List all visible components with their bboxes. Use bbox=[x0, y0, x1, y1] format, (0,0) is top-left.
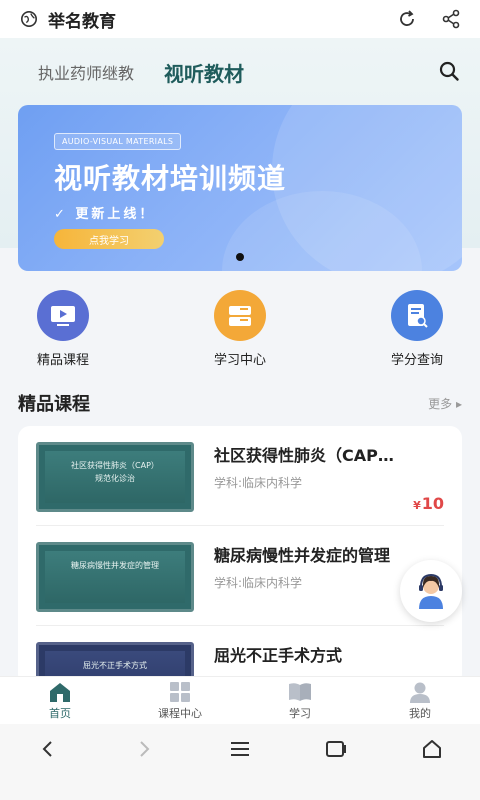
list-item[interactable]: 糖尿病慢性并发症的管理 糖尿病慢性并发症的管理 学科:临床内科学 ¥10 bbox=[18, 526, 462, 626]
course-thumbnail: 糖尿病慢性并发症的管理 bbox=[36, 542, 194, 612]
quick-entry-premium-courses[interactable]: 精品课程 bbox=[18, 290, 108, 368]
play-screen-icon bbox=[37, 290, 89, 341]
thumbnail-text: 社区获得性肺炎（CAP） 规范化诊治 bbox=[71, 461, 159, 483]
back-icon[interactable] bbox=[33, 734, 63, 764]
quick-entry-label: 学分查询 bbox=[390, 353, 443, 368]
nav-label: 学习 bbox=[289, 706, 311, 720]
home-icon bbox=[50, 682, 70, 702]
book-icon bbox=[289, 682, 311, 701]
course-subject: 学科:临床内科学 bbox=[214, 476, 303, 490]
bottom-tab-bar: 首页 课程中心 学习 我的 bbox=[0, 676, 480, 724]
site-title: 举名教育 bbox=[48, 11, 116, 32]
home-browser-icon[interactable] bbox=[417, 734, 447, 764]
nav-label: 我的 bbox=[409, 706, 431, 720]
nav-course-center[interactable]: 课程中心 bbox=[120, 677, 240, 724]
more-link[interactable]: 更多 ▸ bbox=[428, 395, 462, 412]
customer-service-button[interactable] bbox=[400, 560, 462, 622]
section-header: 精品课程 更多 ▸ bbox=[0, 383, 480, 423]
course-title: 糖尿病慢性并发症的管理 bbox=[214, 546, 391, 565]
nav-study[interactable]: 学习 bbox=[240, 677, 360, 724]
thumbnail-text: 屈光不正手术方式 bbox=[83, 661, 147, 670]
quick-entry-label: 精品课程 bbox=[36, 353, 89, 368]
menu-icon[interactable] bbox=[225, 734, 255, 764]
list-item[interactable]: 社区获得性肺炎（CAP） 规范化诊治 社区获得性肺炎（CAP… 学科:临床内科学… bbox=[18, 426, 462, 526]
course-subject: 学科:临床内科学 bbox=[214, 576, 303, 590]
user-icon bbox=[410, 682, 430, 703]
forward-icon[interactable] bbox=[129, 734, 159, 764]
thumbnail-text: 糖尿病慢性并发症的管理 bbox=[71, 561, 159, 570]
carousel-indicator[interactable] bbox=[236, 253, 244, 261]
course-price: ¥10 bbox=[413, 494, 444, 513]
section-title: 精品课程 bbox=[18, 394, 90, 415]
browser-nav-bar bbox=[0, 724, 480, 800]
share-icon[interactable] bbox=[440, 8, 462, 30]
tab-audio-visual[interactable]: 视听教材 bbox=[164, 58, 244, 87]
search-icon[interactable] bbox=[438, 60, 462, 84]
course-title: 社区获得性肺炎（CAP… bbox=[214, 446, 394, 465]
quick-entries: 精品课程 学习中心 学分查询 bbox=[0, 290, 480, 368]
quick-entry-learning-center[interactable]: 学习中心 bbox=[195, 290, 285, 368]
nav-home[interactable]: 首页 bbox=[0, 677, 120, 724]
nav-label: 课程中心 bbox=[158, 706, 202, 720]
tab-pharmacist-ce[interactable]: 执业药师继教 bbox=[38, 60, 134, 84]
banner-subline: ✓ 更新上线！ bbox=[54, 207, 156, 222]
refresh-icon[interactable] bbox=[396, 8, 418, 30]
tabs-icon[interactable] bbox=[321, 734, 351, 764]
quick-entry-label: 学习中心 bbox=[213, 353, 266, 368]
course-title: 屈光不正手术方式 bbox=[214, 646, 343, 665]
banner-headline: 视听教材培训频道 bbox=[54, 162, 287, 195]
banner-cta-button[interactable]: 点我学习 bbox=[54, 229, 164, 249]
globe-icon[interactable] bbox=[18, 8, 40, 30]
nav-mine[interactable]: 我的 bbox=[360, 677, 480, 724]
document-search-icon bbox=[391, 290, 443, 341]
banner-badge: AUDIO-VISUAL MATERIALS bbox=[54, 133, 182, 150]
top-tabs: 执业药师继教 视听教材 bbox=[0, 52, 480, 92]
headset-agent-icon bbox=[419, 573, 443, 609]
course-thumbnail: 社区获得性肺炎（CAP） 规范化诊治 bbox=[36, 442, 194, 512]
promo-banner[interactable]: AUDIO-VISUAL MATERIALS 视听教材培训频道 ✓ 更新上线！ … bbox=[18, 105, 462, 271]
grid-icon bbox=[170, 681, 190, 702]
quick-entry-credit-query[interactable]: 学分查询 bbox=[372, 290, 462, 368]
nav-label: 首页 bbox=[49, 706, 71, 720]
books-icon bbox=[214, 290, 266, 341]
browser-bar: 举名教育 bbox=[0, 0, 480, 38]
course-list: 社区获得性肺炎（CAP） 规范化诊治 社区获得性肺炎（CAP… 学科:临床内科学… bbox=[18, 426, 462, 686]
